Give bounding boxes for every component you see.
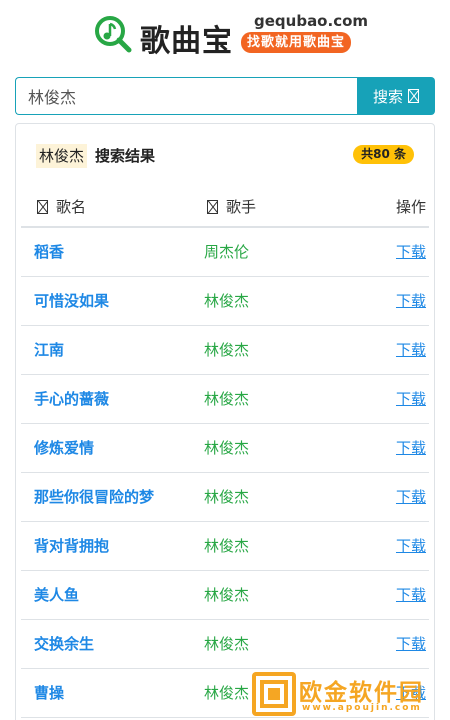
song-link[interactable]: 曹操 bbox=[34, 669, 64, 717]
column-action-label: 操作 bbox=[395, 198, 426, 216]
music-icon bbox=[37, 200, 48, 214]
column-header-name: 歌名 bbox=[37, 186, 86, 228]
download-link[interactable]: 下载 bbox=[396, 326, 426, 374]
download-link[interactable]: 下载 bbox=[396, 424, 426, 472]
column-header-action: 操作 bbox=[396, 186, 426, 228]
artist-name: 林俊杰 bbox=[204, 586, 250, 604]
watermark-logo-icon bbox=[252, 672, 296, 716]
artist-name: 林俊杰 bbox=[204, 439, 250, 457]
artist-name: 林俊杰 bbox=[204, 488, 250, 506]
song-link[interactable]: 手心的蔷薇 bbox=[34, 375, 109, 423]
column-name-label: 歌名 bbox=[56, 198, 87, 216]
song-link[interactable]: 稻香 bbox=[34, 228, 64, 276]
artist-name: 林俊杰 bbox=[204, 390, 250, 408]
search-icon bbox=[408, 89, 419, 103]
download-link[interactable]: 下载 bbox=[396, 228, 426, 276]
site-logo-text[interactable]: 歌曲宝 bbox=[140, 16, 233, 60]
site-header: 歌曲宝 gequbao.com 找歌就用歌曲宝 bbox=[0, 10, 450, 60]
artist-name: 林俊杰 bbox=[204, 684, 250, 702]
song-link[interactable]: 美人鱼 bbox=[34, 571, 79, 619]
results-header: 林俊杰 搜索结果 共80 条 bbox=[16, 124, 434, 186]
download-link[interactable]: 下载 bbox=[396, 571, 426, 619]
user-icon bbox=[207, 200, 218, 214]
artist-name: 林俊杰 bbox=[204, 292, 250, 310]
search-bar: 搜索 bbox=[15, 77, 435, 115]
song-link[interactable]: 江南 bbox=[34, 326, 64, 374]
artist-name: 周杰伦 bbox=[204, 243, 250, 261]
table-row: 手心的蔷薇 林俊杰 下载 bbox=[21, 375, 429, 424]
watermark-url: www.apoujin.com bbox=[302, 703, 422, 713]
song-link[interactable]: 背对背拥抱 bbox=[34, 522, 109, 570]
site-slogan-badge: 找歌就用歌曲宝 bbox=[241, 32, 352, 53]
table-row: 稻香 周杰伦 下载 bbox=[21, 228, 429, 277]
results-card: 林俊杰 搜索结果 共80 条 歌名 歌手 操作 稻香 周杰伦 下载 可惜没如果 … bbox=[15, 123, 435, 720]
download-link[interactable]: 下载 bbox=[396, 620, 426, 668]
song-link[interactable]: 修炼爱情 bbox=[34, 424, 94, 472]
site-domain: gequbao.com bbox=[254, 12, 369, 30]
song-link[interactable]: 交换余生 bbox=[34, 620, 94, 668]
music-search-icon[interactable] bbox=[93, 14, 133, 54]
table-row: 可惜没如果 林俊杰 下载 bbox=[21, 277, 429, 326]
artist-name: 林俊杰 bbox=[204, 537, 250, 555]
search-button[interactable]: 搜索 bbox=[357, 77, 435, 115]
table-row: 那些你很冒险的梦 林俊杰 下载 bbox=[21, 473, 429, 522]
results-title: 搜索结果 bbox=[95, 147, 156, 165]
watermark: 欧金软件园 www.apoujin.com bbox=[252, 670, 450, 720]
results-table-body: 稻香 周杰伦 下载 可惜没如果 林俊杰 下载 江南 林俊杰 下载 手心的蔷薇 林… bbox=[21, 228, 429, 718]
artist-name: 林俊杰 bbox=[204, 341, 250, 359]
table-row: 修炼爱情 林俊杰 下载 bbox=[21, 424, 429, 473]
song-link[interactable]: 那些你很冒险的梦 bbox=[34, 473, 154, 521]
download-link[interactable]: 下载 bbox=[396, 522, 426, 570]
table-row: 交换余生 林俊杰 下载 bbox=[21, 620, 429, 669]
column-header-artist: 歌手 bbox=[207, 186, 256, 228]
watermark-text: 欧金软件园 bbox=[299, 680, 424, 706]
query-highlight: 林俊杰 bbox=[36, 144, 88, 168]
search-button-label: 搜索 bbox=[372, 87, 403, 106]
table-row: 背对背拥抱 林俊杰 下载 bbox=[21, 522, 429, 571]
table-row: 美人鱼 林俊杰 下载 bbox=[21, 571, 429, 620]
table-row: 江南 林俊杰 下载 bbox=[21, 326, 429, 375]
download-link[interactable]: 下载 bbox=[396, 277, 426, 325]
column-artist-label: 歌手 bbox=[226, 198, 257, 216]
search-input[interactable] bbox=[15, 77, 358, 115]
download-link[interactable]: 下载 bbox=[396, 375, 426, 423]
song-link[interactable]: 可惜没如果 bbox=[34, 277, 109, 325]
results-count-badge: 共80 条 bbox=[353, 145, 414, 164]
download-link[interactable]: 下载 bbox=[396, 473, 426, 521]
table-header: 歌名 歌手 操作 bbox=[21, 186, 429, 228]
artist-name: 林俊杰 bbox=[204, 635, 250, 653]
